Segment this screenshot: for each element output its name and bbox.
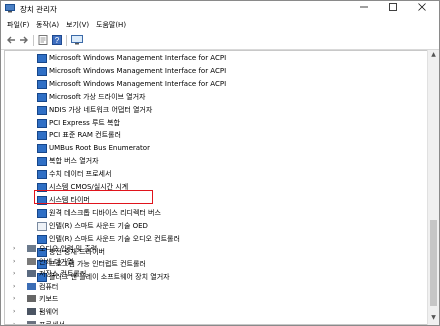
printer-icon xyxy=(27,257,36,265)
device-tree[interactable]: Microsoft Windows Management Interface f… xyxy=(4,50,429,325)
device-manager-window: 장치 관리자 파일(F) 동작(A) 보기(V) 도움말(H) ? Micros… xyxy=(0,0,440,326)
back-arrow-icon[interactable] xyxy=(6,35,16,45)
firmware-icon xyxy=(27,308,36,315)
device-label: 복합 버스 열거자 xyxy=(49,157,99,166)
system-device-icon xyxy=(37,131,47,141)
system-device-icon xyxy=(37,157,47,167)
system-device-icon xyxy=(37,79,47,89)
scroll-thumb[interactable] xyxy=(430,220,437,306)
scroll-down-button[interactable]: ▼ xyxy=(428,313,439,323)
category-label: 인쇄 대기열 xyxy=(39,257,74,266)
device-label: 원격 데스크톱 디바이스 리디렉터 버스 xyxy=(49,208,161,217)
device-label: PCI Express 루트 복합 xyxy=(49,118,120,127)
menu-view[interactable]: 보기(V) xyxy=(66,20,89,30)
device-label: UMBus Root Bus Enumerator xyxy=(49,144,150,153)
expand-chevron-icon[interactable]: › xyxy=(13,256,21,268)
monitor-icon[interactable] xyxy=(71,35,83,45)
category-label: 컴퓨터 xyxy=(39,282,59,291)
device-label: Microsoft Windows Management Interface f… xyxy=(49,79,227,88)
maximize-icon xyxy=(389,3,397,11)
menu-file[interactable]: 파일(F) xyxy=(7,20,29,30)
menu-help[interactable]: 도움말(H) xyxy=(96,20,126,30)
toolbar-separator xyxy=(33,35,34,46)
computer-icon xyxy=(27,282,36,290)
speaker-icon xyxy=(27,245,36,252)
expand-chevron-icon[interactable]: › xyxy=(13,281,21,293)
system-device-icon xyxy=(37,170,47,180)
system-device-icon xyxy=(37,66,47,76)
menu-action[interactable]: 동작(A) xyxy=(36,20,59,30)
category-label: 저장소 컨트롤러 xyxy=(39,270,87,279)
expand-chevron-icon[interactable]: › xyxy=(13,319,21,324)
device-label: Microsoft Windows Management Interface f… xyxy=(49,54,227,62)
toolbar: ? xyxy=(1,32,439,50)
processor-icon xyxy=(27,320,36,324)
device-label: Microsoft Windows Management Interface f… xyxy=(49,66,227,75)
toolbar-separator xyxy=(66,35,67,46)
system-device-icon xyxy=(37,208,47,218)
close-icon xyxy=(418,3,426,11)
device-label: NDIS 가상 네트워크 어댑터 열거자 xyxy=(49,105,153,114)
system-device-icon xyxy=(37,144,47,154)
device-manager-app-icon xyxy=(5,4,15,13)
properties-icon[interactable] xyxy=(38,35,48,45)
category-label: 프로세서 xyxy=(39,320,65,325)
device-label: 수치 데이터 프로세서 xyxy=(49,170,112,179)
system-device-icon xyxy=(37,105,47,115)
expand-chevron-icon[interactable]: › xyxy=(13,268,21,280)
audio-device-icon xyxy=(37,221,47,231)
expand-chevron-icon[interactable]: › xyxy=(13,243,21,255)
device-label: Microsoft 가상 드라이브 열거자 xyxy=(49,92,146,101)
minimize-button[interactable] xyxy=(353,1,375,17)
vertical-scrollbar[interactable]: ▲ ▼ xyxy=(427,50,439,325)
keyboard-icon xyxy=(27,295,36,303)
menu-bar: 파일(F) 동작(A) 보기(V) 도움말(H) xyxy=(1,18,439,31)
system-device-icon xyxy=(37,54,47,63)
category-label: 펌웨어 xyxy=(39,308,59,316)
highlight-annotation-box xyxy=(34,190,153,204)
device-label: PCI 표준 RAM 컨트롤러 xyxy=(49,131,121,140)
device-label: 인텔(R) 스마트 사운드 기술 OED xyxy=(49,221,148,230)
category-label: 오디오 입력 및 출력 xyxy=(39,245,98,253)
window-title: 장치 관리자 xyxy=(20,5,57,14)
forward-arrow-icon[interactable] xyxy=(19,35,29,45)
category-label: 키보드 xyxy=(39,295,59,304)
maximize-button[interactable] xyxy=(382,1,404,17)
scroll-up-button[interactable]: ▲ xyxy=(428,50,439,60)
expand-chevron-icon[interactable]: › xyxy=(13,306,21,318)
minimize-icon xyxy=(360,6,368,8)
expand-chevron-icon[interactable]: › xyxy=(13,293,21,305)
close-button[interactable] xyxy=(411,1,433,17)
svg-text:?: ? xyxy=(55,36,60,45)
help-icon[interactable]: ? xyxy=(52,35,62,45)
system-device-icon xyxy=(37,92,47,102)
title-bar[interactable]: 장치 관리자 xyxy=(1,1,439,17)
storage-controller-icon xyxy=(27,270,36,278)
system-device-icon xyxy=(37,118,47,128)
